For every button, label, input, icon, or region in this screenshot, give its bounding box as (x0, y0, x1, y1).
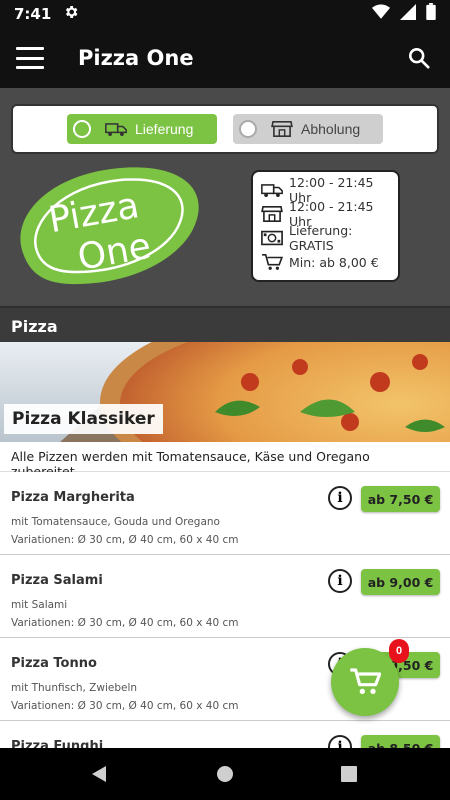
order-mode-selector: Lieferung Abholung (11, 104, 439, 154)
radio-unselected-icon (239, 120, 257, 138)
delivery-fee: Lieferung: GRATIS (289, 223, 353, 253)
money-icon (261, 230, 283, 246)
category-hero-image[interactable]: Pizza Klassiker (0, 342, 450, 442)
delivery-truck-icon (261, 184, 283, 197)
section-header: Pizza (0, 306, 450, 342)
item-info-icon[interactable]: i (328, 569, 352, 593)
app-title: Pizza One (78, 46, 194, 70)
delivery-fee-row: Lieferung: GRATIS (261, 223, 390, 253)
store-icon (271, 120, 293, 138)
back-triangle-icon (92, 766, 106, 782)
category-description: Alle Pizzen werden mit Tomatensauce, Käs… (0, 442, 450, 479)
settings-gear-icon (63, 4, 79, 25)
item-price-button[interactable]: ab 9,00 € (361, 569, 440, 595)
status-bar: 7:41 (0, 0, 450, 28)
app-bar: Pizza One (0, 28, 450, 88)
item-description: mit Tomatensauce, Gouda und Oregano (11, 516, 220, 528)
item-variations: Variationen: Ø 30 cm, Ø 40 cm, 60 x 40 c… (11, 534, 239, 546)
battery-icon (426, 3, 436, 25)
menu-icon[interactable] (16, 47, 44, 69)
item-price-button[interactable]: ab 8,50 € (361, 735, 440, 748)
back-button[interactable] (69, 748, 129, 800)
min-order: Min: ab 8,00 € (289, 254, 379, 270)
delivery-mode-button[interactable]: Lieferung (67, 114, 217, 144)
menu-item[interactable]: Pizza Funghi i ab 8,50 € (0, 721, 450, 748)
item-price-button[interactable]: ab 7,50 € (361, 486, 440, 512)
delivery-truck-icon (105, 123, 127, 136)
restaurant-info-card: 12:00 - 21:45 Uhr 12:00 - 21:45 Uhr Lief… (251, 170, 400, 282)
recents-button[interactable] (319, 748, 379, 800)
home-circle-icon (217, 766, 233, 782)
restaurant-logo: Pizza One (10, 160, 206, 292)
status-time: 7:41 (14, 5, 52, 23)
wifi-icon (372, 4, 390, 25)
menu-item[interactable]: Pizza Salami mit Salami Variationen: Ø 3… (0, 555, 450, 638)
pickup-mode-label: Abholung (301, 121, 361, 137)
recents-square-icon (341, 766, 357, 782)
menu-item[interactable]: Pizza Margherita mit Tomatensauce, Gouda… (0, 472, 450, 555)
item-info-icon[interactable]: i (328, 486, 352, 510)
home-button[interactable] (195, 748, 255, 800)
cart-button[interactable] (331, 648, 399, 716)
radio-selected-icon (73, 120, 91, 138)
item-info-icon[interactable]: i (328, 735, 352, 748)
min-order-row: Min: ab 8,00 € (261, 250, 390, 274)
search-icon[interactable] (404, 43, 434, 73)
store-icon (261, 205, 283, 223)
item-description: mit Salami (11, 599, 68, 611)
shopping-cart-icon (350, 668, 381, 694)
signal-icon (400, 3, 416, 25)
delivery-mode-label: Lieferung (135, 121, 194, 137)
pickup-mode-button[interactable]: Abholung (233, 114, 383, 144)
shopping-cart-icon (262, 253, 283, 270)
cart-count-badge: 0 (389, 639, 409, 663)
category-title: Pizza Klassiker (4, 404, 163, 434)
main-content[interactable]: Lieferung Abholung Pizza One 12:00 - 21:… (0, 88, 450, 748)
system-navigation-bar (0, 748, 450, 800)
item-variations: Variationen: Ø 30 cm, Ø 40 cm, 60 x 40 c… (11, 617, 239, 629)
